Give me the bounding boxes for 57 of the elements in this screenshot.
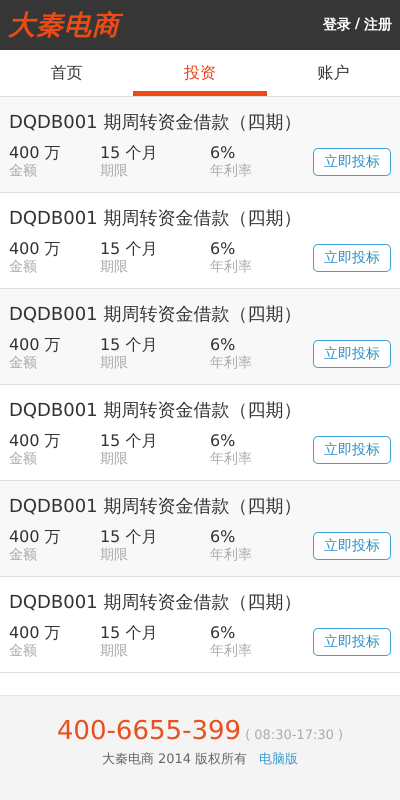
invest-button[interactable]: 立即投标 (313, 436, 391, 464)
term-value: 15 个月 (100, 432, 158, 450)
separator: / (354, 16, 360, 34)
amount-value: 400 万 (9, 624, 62, 642)
rate-label: 年利率 (210, 546, 253, 564)
register-link[interactable]: 注册 (364, 16, 392, 34)
loan-title: DQDB001 期周转资金借款（四期） (9, 302, 302, 326)
term-value: 15 个月 (100, 240, 158, 258)
amount-label: 金额 (9, 354, 38, 372)
term-value: 15 个月 (100, 144, 158, 162)
loan-title: DQDB001 期周转资金借款（四期） (9, 494, 302, 518)
term-value: 15 个月 (100, 336, 158, 354)
nav-tab[interactable]: 首页 (0, 50, 134, 96)
rate-label: 年利率 (210, 354, 253, 372)
term-label: 期限 (100, 546, 129, 564)
rate-value: 6% (210, 528, 236, 546)
amount-label: 金额 (9, 162, 38, 180)
copyright-text: 大秦电商 2014 版权所有 (102, 751, 248, 768)
amount-value: 400 万 (9, 528, 62, 546)
amount-label: 金额 (9, 642, 38, 660)
phone-number: 400-6655-399 (56, 716, 242, 746)
term-value: 15 个月 (100, 528, 158, 546)
rate-label: 年利率 (210, 642, 253, 660)
term-label: 期限 (100, 354, 129, 372)
loan-title: DQDB001 期周转资金借款（四期） (9, 110, 302, 134)
rate-value: 6% (210, 432, 236, 450)
term-value: 15 个月 (100, 624, 158, 642)
term-label: 期限 (100, 258, 129, 276)
term-label: 期限 (100, 642, 129, 660)
rate-value: 6% (210, 240, 236, 258)
invest-button[interactable]: 立即投标 (313, 148, 391, 176)
rate-label: 年利率 (210, 450, 253, 468)
invest-button[interactable]: 立即投标 (313, 244, 391, 272)
desktop-version-link[interactable]: 电脑版 (259, 750, 298, 768)
rate-label: 年利率 (210, 258, 253, 276)
rate-value: 6% (210, 624, 236, 642)
loan-title: DQDB001 期周转资金借款（四期） (9, 398, 302, 422)
amount-value: 400 万 (9, 432, 62, 450)
amount-label: 金额 (9, 258, 38, 276)
term-label: 期限 (100, 162, 129, 180)
invest-button[interactable]: 立即投标 (313, 340, 391, 368)
service-hours: ( 08:30-17:30 ) (245, 728, 344, 743)
login-link[interactable]: 登录 (322, 16, 351, 34)
invest-button[interactable]: 立即投标 (313, 532, 391, 560)
rate-value: 6% (210, 144, 236, 162)
invest-button[interactable]: 立即投标 (313, 628, 391, 656)
amount-value: 400 万 (9, 336, 62, 354)
amount-label: 金额 (9, 450, 38, 468)
rate-label: 年利率 (210, 162, 253, 180)
amount-label: 金额 (9, 546, 38, 564)
amount-value: 400 万 (9, 240, 62, 258)
amount-value: 400 万 (9, 144, 62, 162)
term-label: 期限 (100, 450, 129, 468)
nav-tab[interactable]: 账户 (266, 50, 400, 96)
loan-title: DQDB001 期周转资金借款（四期） (9, 590, 302, 614)
loan-title: DQDB001 期周转资金借款（四期） (9, 206, 302, 230)
rate-value: 6% (210, 336, 236, 354)
